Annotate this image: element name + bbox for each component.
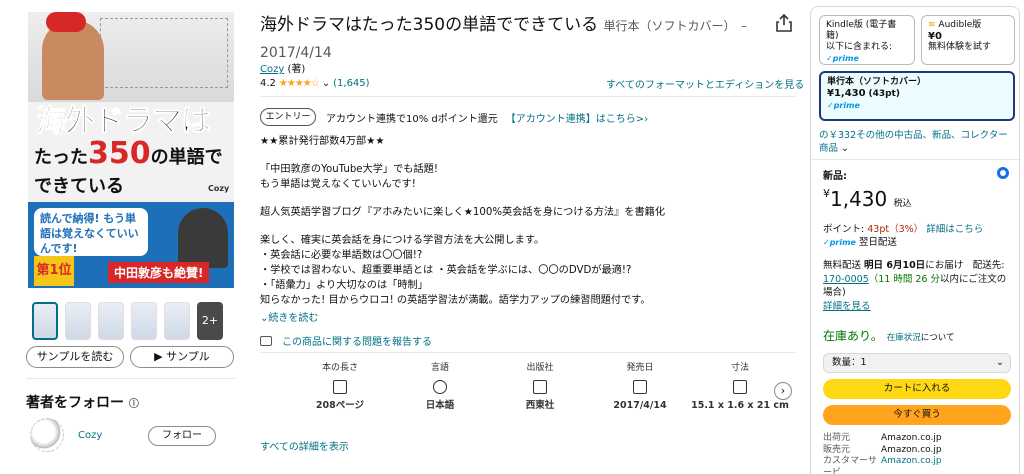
- cover-title-line1: 海外ドラマは: [36, 104, 212, 140]
- rating-stars[interactable]: ★★★★☆: [279, 78, 320, 89]
- thumbnail-more[interactable]: 2+: [197, 302, 223, 340]
- cover-title-line3: できている: [34, 176, 124, 197]
- cover-bow: [46, 12, 86, 32]
- stock-status-link[interactable]: 在庫状況: [887, 333, 921, 343]
- cover-chalkboard: [100, 18, 228, 88]
- desc-line: 楽しく、確実に英会話を身につける学習方法を大公開します。: [260, 235, 545, 246]
- read-more-link[interactable]: ⌄続きを読む: [260, 309, 318, 324]
- thumbnail-4[interactable]: [131, 302, 157, 340]
- desc-line: ・英会話に必要な単語数は〇〇個!?: [260, 250, 423, 261]
- calendar-icon: [633, 380, 647, 394]
- format-audible[interactable]: ≋ Audible版 ¥0 無料体験を試す: [921, 15, 1015, 65]
- seller-info: 出荷元 Amazon.co.jp 販売元 Amazon.co.jp カスタマーサービ…: [823, 433, 942, 474]
- prime-icon: ✓prime: [826, 54, 859, 63]
- price: ¥1,430 税込: [823, 187, 912, 211]
- cover-rank-badge: 第1位: [34, 256, 74, 286]
- info-icon[interactable]: ⓘ: [129, 399, 139, 410]
- cover-bubble: 読んで納得! もう単語は覚えなくていいんです!: [34, 208, 148, 256]
- product-details-carousel: 本の長さ 208ページ 言語 日本語 出版社 西東社 発売日 2017/4/14…: [290, 360, 790, 412]
- format-paperback[interactable]: 単行本（ソフトカバー） ¥1,430 (43pt) ✓prime: [819, 71, 1015, 121]
- thumbnail-1[interactable]: [32, 302, 58, 340]
- prime-icon: ✓prime: [823, 238, 856, 247]
- delivery-info: 無料配送 明日 6月10日にお届け 配送先: 170-0005（11 時間 26…: [823, 260, 1007, 312]
- author-link[interactable]: Cozy: [260, 64, 284, 75]
- report-icon: [260, 335, 272, 346]
- report-issue[interactable]: この商品に関する問題を報告する: [260, 333, 432, 348]
- all-details-link[interactable]: すべての詳細を表示: [260, 438, 349, 453]
- add-to-cart-button[interactable]: カートに入れる: [823, 379, 1011, 399]
- buy-box: Kindle版 (電子書籍) 以下に含まれる: ✓prime ≋ Audible…: [810, 6, 1020, 474]
- desc-line: 「中田敦彦のYouTube大学」でも話題!: [260, 164, 438, 175]
- chevron-down-icon: ⌄: [841, 143, 850, 154]
- chevron-right-icon[interactable]: ›: [774, 382, 792, 400]
- new-label: 新品:: [823, 171, 847, 182]
- follow-author-heading: 著者をフォロー ⓘ: [26, 395, 139, 411]
- product-description: ★★累計発行部数4万部★★ 「中田敦彦のYouTube大学」でも話題! もう単語…: [260, 134, 780, 308]
- new-radio[interactable]: [997, 167, 1009, 179]
- share-icon[interactable]: [776, 14, 792, 32]
- author-avatar[interactable]: [30, 418, 64, 452]
- divider: [260, 352, 796, 353]
- points-info: ポイント: 43pt（3%） 詳細はこちら ✓prime 翌日配送: [823, 224, 984, 248]
- rating-line: 4.2 ★★★★☆ ⌄ (1,645): [260, 78, 370, 89]
- building-icon: [533, 380, 547, 394]
- thumbnail-3[interactable]: [98, 302, 124, 340]
- divider: [260, 96, 796, 97]
- desc-line: ・学校では習わない、超重要単語とは ・英会話を学ぶには、〇〇のDVDが最適!?: [260, 265, 632, 276]
- divider: [26, 378, 236, 379]
- audible-icon: ≋: [928, 20, 936, 30]
- dimensions-icon: [733, 380, 747, 394]
- sample-audio-button[interactable]: ▶ サンプル: [130, 346, 234, 368]
- chevron-down-icon: ⌄: [996, 357, 1004, 368]
- cover-girl-illustration: [42, 20, 104, 100]
- other-offers[interactable]: の￥332その他の中古品、新品、コレクター商品 ⌄: [819, 129, 1015, 155]
- rating-value: 4.2: [260, 78, 276, 89]
- delivery-detail-link[interactable]: 詳細を見る: [823, 301, 871, 312]
- cover-endorser: 中田敦彦も絶賛!: [108, 262, 210, 283]
- desc-line: ・「語彙力」より大切なのは「時制」: [260, 280, 428, 291]
- all-formats-link[interactable]: すべてのフォーマットとエディションを見る: [606, 76, 804, 91]
- thumbnail-strip: 2+: [32, 302, 223, 340]
- format-kindle[interactable]: Kindle版 (電子書籍) 以下に含まれる: ✓prime: [819, 15, 915, 65]
- book-cover-image[interactable]: 海外ドラマは たった350の単語で できている Cozy 読んで納得! もう単語…: [28, 12, 234, 288]
- entry-text: アカウント連携で10% dポイント還元 【アカウント連携】はこちら>›: [326, 114, 649, 125]
- sample-read-button[interactable]: サンプルを読む: [26, 346, 124, 368]
- chevron-down-icon[interactable]: ⌄: [322, 78, 330, 89]
- divider: [811, 159, 1019, 160]
- follow-button[interactable]: フォロー: [148, 426, 216, 446]
- desc-line: 超人気英語学習ブログ『アホみたいに楽しく★100%英会話を身につける方法』を書籍…: [260, 207, 666, 218]
- zip-link[interactable]: 170-0005: [823, 274, 869, 285]
- account-link[interactable]: 【アカウント連携】はこちら>›: [506, 114, 648, 125]
- thumbnail-5[interactable]: [164, 302, 190, 340]
- cover-title-line2: たった350の単語で: [34, 136, 223, 171]
- detail-publisher: 出版社 西東社: [525, 363, 555, 411]
- globe-icon: [433, 380, 447, 394]
- desc-line: もう単語は覚えなくていいんです!: [260, 179, 416, 190]
- entry-badge[interactable]: エントリー: [260, 108, 316, 126]
- detail-language: 言語 日本語: [425, 363, 455, 411]
- cover-person-photo: [178, 208, 228, 268]
- detail-length: 本の長さ 208ページ: [315, 363, 365, 411]
- customer-service-link[interactable]: Amazon.co.jp: [881, 456, 942, 474]
- desc-line: ★★累計発行部数4万部★★: [260, 136, 385, 147]
- buy-now-button[interactable]: 今すぐ買う: [823, 405, 1011, 425]
- book-length-icon: [333, 380, 347, 394]
- author-name-link[interactable]: Cozy: [78, 430, 102, 441]
- desc-line: 知らなかった! 目からウロコ! の英語学習法が満載。語学力アップの練習問題付です…: [260, 295, 651, 306]
- detail-release-date: 発売日 2017/4/14: [613, 363, 667, 411]
- quantity-select[interactable]: 数量：1 ⌄: [823, 353, 1011, 373]
- thumbnail-2[interactable]: [65, 302, 91, 340]
- product-title: 海外ドラマはたった350の単語でできている 単行本（ソフトカバー） – 2017…: [260, 15, 747, 61]
- prime-icon: ✓prime: [827, 101, 860, 110]
- stock-status: 在庫あり。 在庫状況について: [823, 329, 955, 343]
- cover-brand: Cozy: [208, 184, 230, 193]
- author-line: Cozy (著): [260, 64, 306, 75]
- points-detail-link[interactable]: 詳細はこちら: [926, 224, 983, 235]
- rating-count-link[interactable]: (1,645): [333, 78, 369, 89]
